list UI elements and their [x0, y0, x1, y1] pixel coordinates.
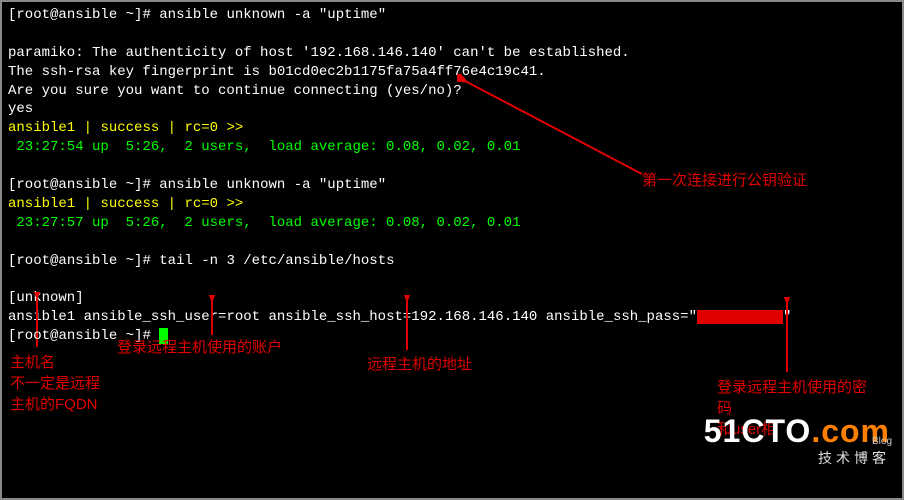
command-2: ansible unknown -a "uptime"	[159, 177, 386, 193]
command-1: ansible unknown -a "uptime"	[159, 7, 386, 23]
result-header-1: ansible1 | success | rc=0 >>	[8, 119, 896, 138]
password-redacted	[697, 310, 783, 324]
hosts-group: [unknown]	[8, 289, 896, 308]
command-3: tail -n 3 /etc/ansible/hosts	[159, 253, 394, 269]
annot-user: 登录远程主机使用的账户	[117, 337, 282, 358]
uptime-output-2: 23:27:57 up 5:26, 2 users, load average:…	[8, 214, 896, 233]
prompt-line-3: [root@ansible ~]# tail -n 3 /etc/ansible…	[8, 252, 896, 271]
annot-addr: 远程主机的地址	[367, 354, 472, 375]
paramiko-line-1: paramiko: The authenticity of host '192.…	[8, 44, 896, 63]
annot-hostname: 主机名 不一定是远程 主机的FQDN	[10, 352, 100, 415]
paramiko-answer: yes	[8, 100, 896, 119]
watermark: 51CTO.com Blog 技术博客	[704, 410, 890, 468]
hosts-entry: ansible1 ansible_ssh_user=root ansible_s…	[8, 308, 896, 327]
paramiko-line-3: Are you sure you want to continue connec…	[8, 82, 896, 101]
paramiko-line-2: The ssh-rsa key fingerprint is b01cd0ec2…	[8, 63, 896, 82]
result-header-2: ansible1 | success | rc=0 >>	[8, 195, 896, 214]
annot-pubkey: 第一次连接进行公钥验证	[642, 170, 807, 191]
uptime-output-1: 23:27:54 up 5:26, 2 users, load average:…	[8, 138, 896, 157]
prompt-line-1: [root@ansible ~]# ansible unknown -a "up…	[8, 6, 896, 25]
